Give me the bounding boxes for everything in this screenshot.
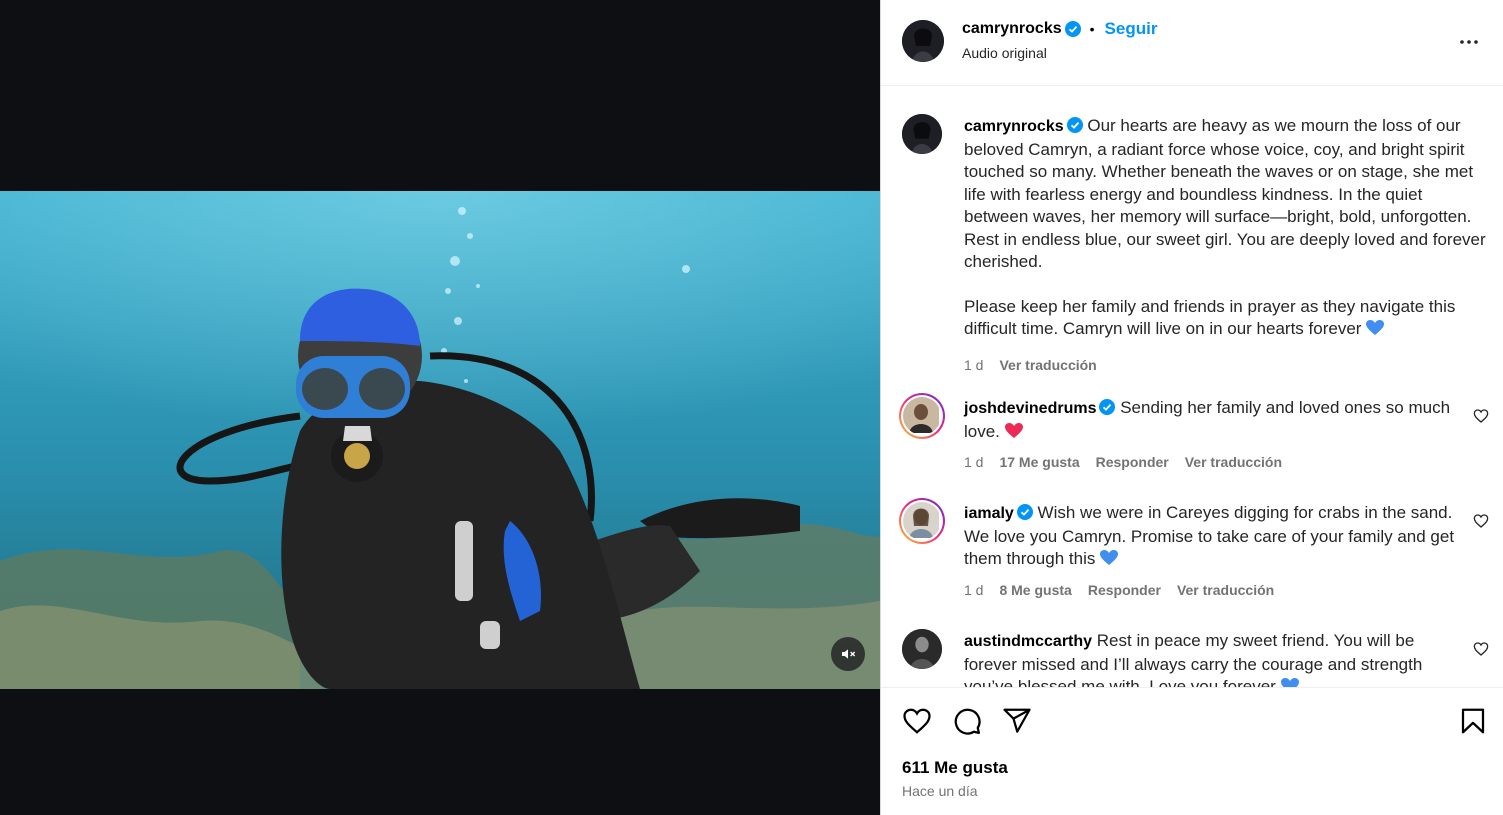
red-heart-emoji xyxy=(1004,422,1023,438)
comment-likes[interactable]: 8 Me gusta xyxy=(999,582,1071,598)
blue-heart-emoji xyxy=(1100,550,1119,565)
caption-text: camrynrocks Our hearts are heavy as we m… xyxy=(964,115,1489,363)
comment-username[interactable]: austindmccarthy xyxy=(964,633,1092,650)
author-username[interactable]: camrynrocks xyxy=(962,20,1062,38)
comments-list[interactable]: camrynrocks Our hearts are heavy as we m… xyxy=(881,86,1503,687)
verified-badge-icon xyxy=(1066,117,1083,133)
like-heart-icon[interactable] xyxy=(902,706,932,736)
blue-heart-emoji xyxy=(1366,320,1385,335)
header-line: camrynrocks • Seguir xyxy=(962,19,1157,39)
save-bookmark-icon[interactable] xyxy=(1458,706,1488,736)
comment-text: austindmccarthy Rest in peace my sweet f… xyxy=(964,630,1463,687)
comment-username[interactable]: iamaly xyxy=(964,505,1014,522)
comment-username[interactable]: joshdevinedrums xyxy=(964,400,1096,417)
post-time: Hace un día xyxy=(902,783,978,799)
muted-speaker-icon xyxy=(842,649,856,659)
comment-meta: 1 d 17 Me gusta Responder Ver traducción xyxy=(964,454,1282,470)
comment-meta: 1 d 8 Me gusta Responder Ver traducción xyxy=(964,582,1274,598)
comment-avatar[interactable] xyxy=(899,393,945,439)
comment-text: iamaly Wish we were in Careyes digging f… xyxy=(964,502,1463,571)
follow-button[interactable]: Seguir xyxy=(1105,19,1158,39)
verified-badge-icon xyxy=(1016,504,1033,520)
comment-like-icon[interactable] xyxy=(1473,641,1489,657)
blue-heart-emoji xyxy=(1280,678,1299,687)
author-avatar[interactable] xyxy=(902,20,944,62)
comment-age[interactable]: 1 d xyxy=(964,582,983,598)
comment-likes[interactable]: 17 Me gusta xyxy=(999,454,1079,470)
comment-text: joshdevinedrums Sending her family and l… xyxy=(964,397,1463,443)
reply-link[interactable]: Responder xyxy=(1096,454,1169,470)
comment-avatar[interactable] xyxy=(899,498,945,544)
comment-avatar[interactable] xyxy=(902,629,942,669)
caption-username[interactable]: camrynrocks xyxy=(964,118,1064,135)
caption-paragraph-1: Our hearts are heavy as we mourn the los… xyxy=(964,116,1486,271)
comment-like-icon[interactable] xyxy=(1473,513,1489,529)
comment-like-icon[interactable] xyxy=(1473,408,1489,424)
audio-label[interactable]: Audio original xyxy=(962,45,1047,61)
caption-age[interactable]: 1 d xyxy=(964,357,983,373)
comment-icon[interactable] xyxy=(952,706,982,736)
mute-toggle-button[interactable] xyxy=(831,637,865,671)
verified-badge-icon xyxy=(1099,399,1116,415)
more-options-icon[interactable] xyxy=(1457,30,1481,54)
reply-link[interactable]: Responder xyxy=(1088,582,1161,598)
separator-dot: • xyxy=(1089,21,1095,37)
post-detail-panel: camrynrocks • Seguir Audio original camr… xyxy=(880,0,1503,815)
diver-video-frame xyxy=(0,191,880,689)
translate-link[interactable]: Ver traducción xyxy=(1185,454,1282,470)
share-icon[interactable] xyxy=(1002,706,1032,736)
post-header: camrynrocks • Seguir Audio original xyxy=(881,0,1503,86)
post-actions: 611 Me gusta Hace un día xyxy=(881,687,1503,815)
caption-meta: 1 d Ver traducción xyxy=(964,357,1097,373)
comment-age[interactable]: 1 d xyxy=(964,454,983,470)
comment-body: Wish we were in Careyes digging for crab… xyxy=(964,503,1455,568)
caption-avatar[interactable] xyxy=(902,114,942,154)
like-count[interactable]: 611 Me gusta xyxy=(902,758,1008,778)
translate-link[interactable]: Ver traducción xyxy=(1177,582,1274,598)
verified-badge-icon xyxy=(1064,21,1081,37)
media-pane xyxy=(0,0,880,815)
video-player[interactable] xyxy=(0,191,880,689)
caption-translate-link[interactable]: Ver traducción xyxy=(999,357,1096,373)
